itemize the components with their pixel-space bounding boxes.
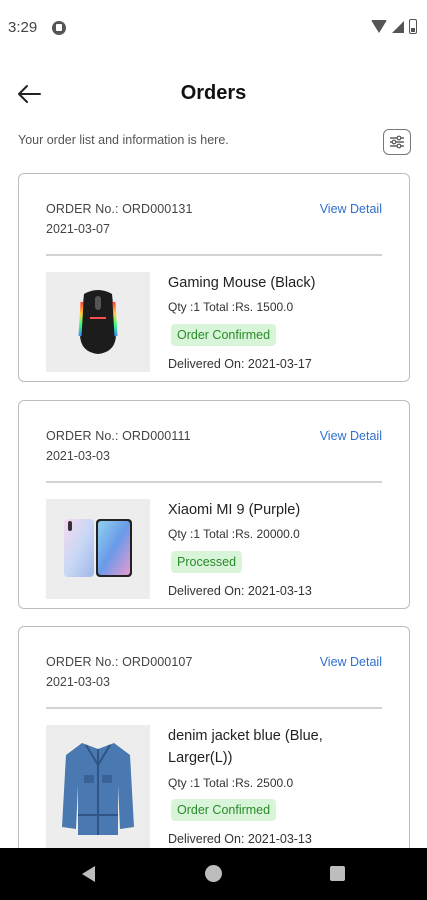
nav-home-icon[interactable]: [205, 865, 222, 882]
status-bar: 3:29: [0, 0, 427, 56]
order-number: ORDER No.: ORD000131: [46, 202, 193, 216]
wifi-icon: [371, 20, 387, 33]
page-subtitle: Your order list and information is here.: [18, 133, 229, 147]
delivered-on: Delivered On: 2021-03-17: [168, 357, 312, 371]
view-detail-link[interactable]: View Detail: [320, 429, 382, 443]
gaming-mouse-image: [78, 290, 118, 354]
view-detail-link[interactable]: View Detail: [320, 202, 382, 216]
denim-jacket-image: [62, 743, 134, 835]
order-date: 2021-03-03: [46, 675, 110, 689]
nav-back-icon[interactable]: [82, 866, 95, 882]
product-name: Xiaomi MI 9 (Purple): [168, 502, 301, 518]
status-badge: Order Confirmed: [171, 324, 277, 346]
order-card[interactable]: ORDER No.: ORD000131 2021-03-07 View Det…: [18, 173, 410, 382]
divider: [46, 254, 382, 256]
order-card[interactable]: ORDER No.: ORD000107 2021-03-03 View Det…: [18, 626, 410, 866]
sliders-icon: [390, 135, 404, 149]
order-card[interactable]: ORDER No.: ORD000111 2021-03-03 View Det…: [18, 400, 410, 609]
app-notification-icon: [52, 21, 66, 35]
status-badge: Processed: [171, 551, 243, 573]
system-navigation-bar: [0, 848, 427, 900]
qty-total: Qty :1 Total :Rs. 20000.0: [168, 527, 300, 541]
status-icons: [371, 19, 417, 34]
page-title: Orders: [180, 82, 247, 104]
nav-recents-icon[interactable]: [330, 866, 345, 881]
qty-total: Qty :1 Total :Rs. 2500.0: [168, 776, 294, 790]
battery-icon: [409, 19, 417, 34]
phone-image: [64, 519, 132, 577]
order-date: 2021-03-07: [46, 222, 110, 236]
divider: [46, 707, 382, 709]
product-image: [46, 272, 150, 372]
qty-total: Qty :1 Total :Rs. 1500.0: [168, 300, 294, 314]
order-date: 2021-03-03: [46, 449, 110, 463]
delivered-on: Delivered On: 2021-03-13: [168, 584, 312, 598]
status-time: 3:29: [8, 19, 38, 36]
divider: [46, 481, 382, 483]
product-image: [46, 499, 150, 599]
order-number: ORDER No.: ORD000111: [46, 429, 191, 443]
order-number: ORDER No.: ORD000107: [46, 655, 193, 669]
product-name: Gaming Mouse (Black): [168, 275, 316, 291]
signal-icon: [392, 20, 404, 33]
app-bar: Orders: [0, 74, 427, 114]
delivered-on: Delivered On: 2021-03-13: [168, 832, 312, 846]
view-detail-link[interactable]: View Detail: [320, 655, 382, 669]
status-badge: Order Confirmed: [171, 799, 277, 821]
filter-button[interactable]: [383, 129, 411, 155]
product-image: [46, 725, 150, 849]
product-name: denim jacket blue (Blue, Larger(L)): [168, 728, 323, 766]
